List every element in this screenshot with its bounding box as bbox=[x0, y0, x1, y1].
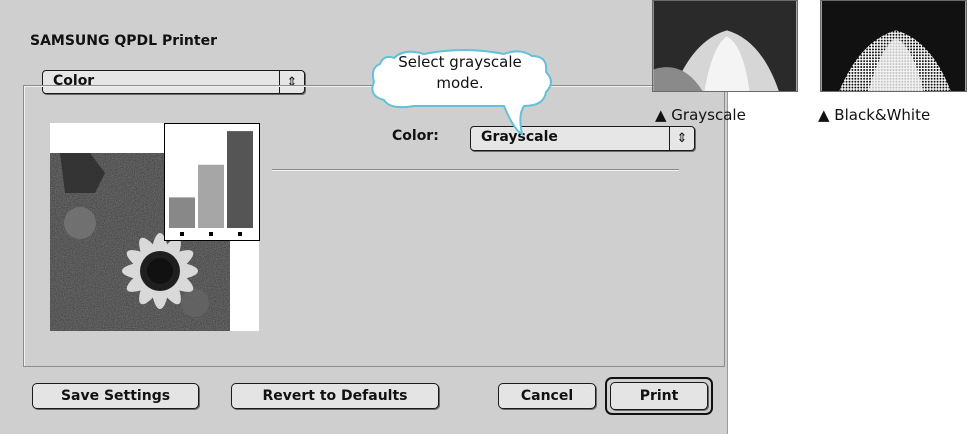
grayscale-caption: ▲ Grayscale bbox=[655, 106, 746, 124]
chart-tick-mark bbox=[180, 232, 184, 236]
cancel-button[interactable]: Cancel bbox=[498, 383, 596, 409]
chart-tick-mark bbox=[209, 232, 213, 236]
color-bar-chart bbox=[164, 123, 260, 241]
chart-bar bbox=[227, 131, 253, 228]
callout-line-1: Select grayscale bbox=[398, 53, 522, 71]
popup-arrows-icon: ⇕ bbox=[669, 127, 694, 150]
chart-bar bbox=[198, 164, 224, 228]
preview-pane bbox=[50, 123, 260, 331]
black-white-sample-image bbox=[820, 0, 967, 92]
black-white-caption: ▲ Black&White bbox=[818, 106, 931, 124]
callout-line-2: mode. bbox=[436, 74, 484, 92]
revert-defaults-button[interactable]: Revert to Defaults bbox=[231, 383, 439, 409]
chart-tick-mark bbox=[238, 232, 242, 236]
separator-line bbox=[272, 169, 679, 171]
grayscale-sample-image bbox=[652, 0, 798, 92]
chart-bar bbox=[169, 197, 195, 228]
callout-text: Select grayscale mode. bbox=[380, 52, 540, 94]
save-settings-button[interactable]: Save Settings bbox=[32, 383, 199, 409]
dialog-title: SAMSUNG QPDL Printer bbox=[30, 33, 217, 49]
print-button[interactable]: Print bbox=[610, 382, 708, 410]
